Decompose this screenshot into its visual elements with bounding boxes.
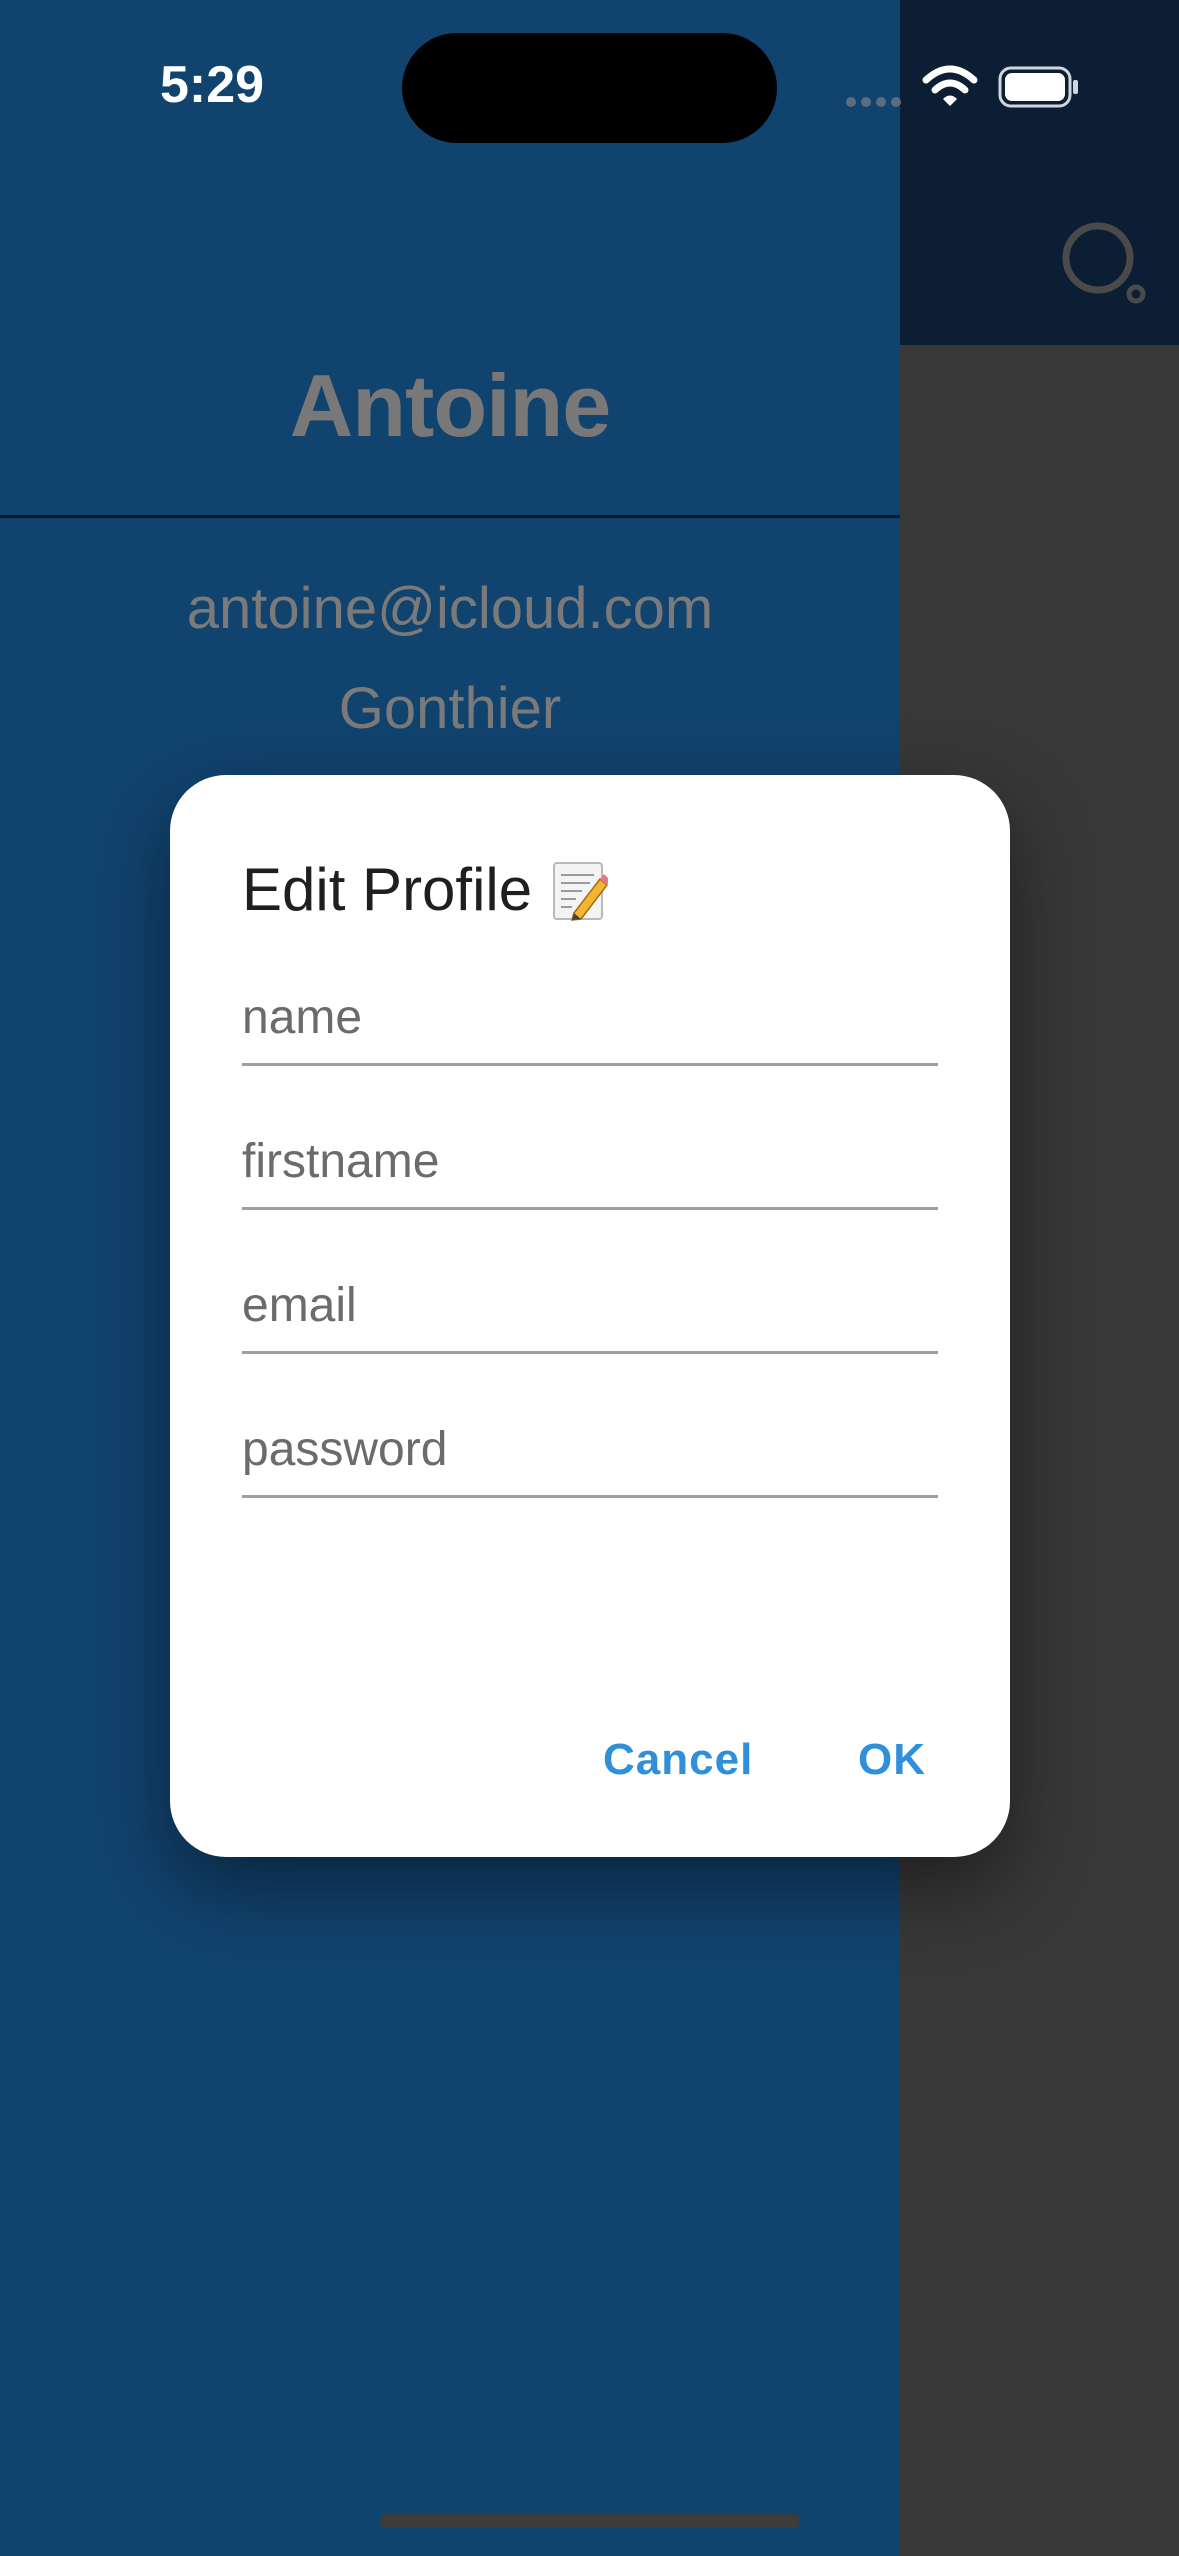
battery-icon — [998, 66, 1080, 113]
signal-dots-icon — [845, 95, 905, 113]
email-field[interactable] — [242, 1241, 938, 1354]
drawer-lastname: Gonthier — [338, 676, 562, 741]
wifi-icon — [922, 64, 978, 113]
dialog-title-text: Edit Profile — [242, 856, 533, 923]
dynamic-island — [402, 33, 777, 143]
password-field[interactable] — [242, 1385, 938, 1498]
name-field[interactable] — [242, 953, 938, 1066]
cancel-button[interactable]: Cancel — [603, 1735, 753, 1785]
memo-pencil-icon — [552, 859, 611, 921]
firstname-input[interactable] — [242, 1134, 938, 1189]
email-input[interactable] — [242, 1278, 938, 1333]
password-input[interactable] — [242, 1422, 938, 1477]
name-input[interactable] — [242, 990, 938, 1045]
status-time: 5:29 — [160, 56, 265, 114]
dialog-title: Edit Profile — [242, 855, 611, 924]
drawer-email: antoine@icloud.com — [186, 576, 714, 641]
ok-button[interactable]: OK — [858, 1735, 926, 1785]
home-indicator[interactable] — [380, 2514, 800, 2528]
firstname-field[interactable] — [242, 1097, 938, 1210]
drawer-header-name: Antoine — [289, 356, 612, 455]
search-icon[interactable] — [1058, 218, 1148, 308]
drawer-divider — [0, 515, 900, 518]
screen: Antoine antoine@icloud.com Gonthier 5:29 — [0, 0, 1179, 2556]
